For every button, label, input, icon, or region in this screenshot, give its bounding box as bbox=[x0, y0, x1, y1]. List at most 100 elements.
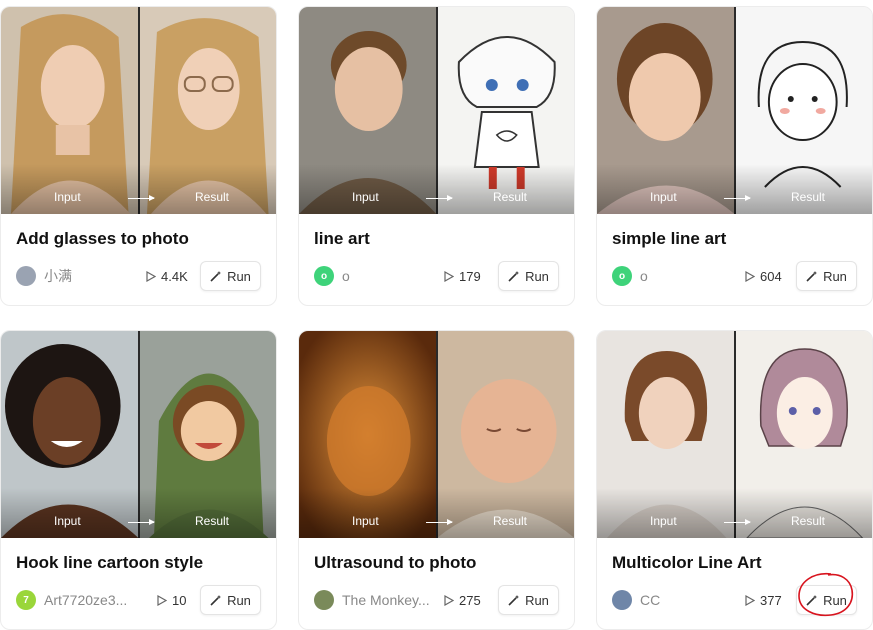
play-icon bbox=[146, 270, 156, 282]
workflow-grid: Input Result Add glasses to photo 小满 4.4… bbox=[0, 0, 873, 630]
workflow-card[interactable]: Input Result Ultrasound to photo The Mon… bbox=[298, 330, 575, 630]
avatar bbox=[314, 590, 334, 610]
author-name: o bbox=[640, 268, 648, 284]
run-label: Run bbox=[227, 592, 251, 608]
magic-wand-icon bbox=[508, 595, 520, 606]
card-meta: 小满 4.4K Run bbox=[16, 261, 261, 291]
input-label: Input bbox=[352, 514, 379, 528]
play-count-value: 179 bbox=[459, 268, 481, 284]
workflow-title[interactable]: line art bbox=[314, 229, 370, 249]
workflow-title[interactable]: Hook line cartoon style bbox=[16, 553, 203, 573]
run-button[interactable]: Run bbox=[200, 261, 261, 291]
arrow-right-icon bbox=[128, 519, 155, 525]
workflow-card[interactable]: Input Result Add glasses to photo 小满 4.4… bbox=[0, 6, 277, 306]
arrow-right-icon bbox=[426, 195, 453, 201]
play-count-value: 4.4K bbox=[161, 268, 188, 284]
run-button[interactable]: Run bbox=[796, 261, 857, 291]
run-button[interactable]: Run bbox=[796, 585, 857, 615]
magic-wand-icon bbox=[210, 271, 222, 282]
avatar bbox=[16, 266, 36, 286]
preview-image[interactable]: Input Result bbox=[1, 331, 276, 538]
author[interactable]: o o bbox=[314, 261, 350, 291]
play-count: 604 bbox=[745, 261, 782, 291]
author-name: Art7720ze3... bbox=[44, 592, 128, 608]
preview-image[interactable]: Input Result bbox=[1, 7, 276, 214]
run-label: Run bbox=[525, 592, 549, 608]
author-name: o bbox=[342, 268, 350, 284]
preview-image[interactable]: Input Result bbox=[299, 331, 574, 538]
preview-image[interactable]: Input Result bbox=[597, 331, 872, 538]
workflow-title[interactable]: Add glasses to photo bbox=[16, 229, 189, 249]
run-label: Run bbox=[823, 592, 847, 608]
result-label: Result bbox=[791, 514, 826, 528]
run-button[interactable]: Run bbox=[200, 585, 261, 615]
result-label: Result bbox=[493, 514, 528, 528]
play-count: 377 bbox=[745, 585, 782, 615]
card-meta: The Monkey... 275 Run bbox=[314, 585, 559, 615]
play-count: 179 bbox=[444, 261, 481, 291]
input-label: Input bbox=[54, 514, 81, 528]
workflow-title[interactable]: simple line art bbox=[612, 229, 726, 249]
play-count-value: 275 bbox=[459, 592, 481, 608]
workflow-title[interactable]: Ultrasound to photo bbox=[314, 553, 476, 573]
avatar: o bbox=[612, 266, 632, 286]
play-count-value: 10 bbox=[172, 592, 187, 608]
author[interactable]: o o bbox=[612, 261, 648, 291]
play-count: 4.4K bbox=[146, 261, 188, 291]
workflow-card[interactable]: Input Result Multicolor Line Art CC 377 … bbox=[596, 330, 873, 630]
play-icon bbox=[745, 270, 755, 282]
play-icon bbox=[444, 270, 454, 282]
play-count: 10 bbox=[157, 585, 186, 615]
result-label: Result bbox=[791, 190, 826, 204]
run-label: Run bbox=[227, 268, 251, 284]
author[interactable]: 小满 bbox=[16, 261, 72, 291]
preview-image[interactable]: Input Result bbox=[597, 7, 872, 214]
arrow-right-icon bbox=[724, 195, 751, 201]
run-button[interactable]: Run bbox=[498, 585, 559, 615]
run-label: Run bbox=[525, 268, 549, 284]
result-label: Result bbox=[493, 190, 528, 204]
avatar bbox=[612, 590, 632, 610]
card-meta: o o 179 Run bbox=[314, 261, 559, 291]
play-count-value: 604 bbox=[760, 268, 782, 284]
avatar: o bbox=[314, 266, 334, 286]
input-label: Input bbox=[650, 190, 677, 204]
preview-image[interactable]: Input Result bbox=[299, 7, 574, 214]
preview-shade bbox=[299, 164, 574, 214]
arrow-right-icon bbox=[724, 519, 751, 525]
play-icon bbox=[444, 594, 454, 606]
workflow-title[interactable]: Multicolor Line Art bbox=[612, 553, 762, 573]
workflow-card[interactable]: Input Result line art o o 179 Run bbox=[298, 6, 575, 306]
magic-wand-icon bbox=[508, 271, 520, 282]
author-name: The Monkey... bbox=[342, 592, 430, 608]
workflow-card[interactable]: Input Result Hook line cartoon style 7 A… bbox=[0, 330, 277, 630]
avatar: 7 bbox=[16, 590, 36, 610]
author-name: 小满 bbox=[44, 268, 72, 284]
play-icon bbox=[745, 594, 755, 606]
preview-shade bbox=[597, 488, 872, 538]
card-meta: o o 604 Run bbox=[612, 261, 857, 291]
result-label: Result bbox=[195, 514, 230, 528]
result-label: Result bbox=[195, 190, 230, 204]
magic-wand-icon bbox=[210, 595, 222, 606]
arrow-right-icon bbox=[426, 519, 453, 525]
preview-shade bbox=[1, 164, 276, 214]
play-icon bbox=[157, 594, 167, 606]
run-button[interactable]: Run bbox=[498, 261, 559, 291]
author-name: CC bbox=[640, 592, 661, 608]
card-meta: 7 Art7720ze3... 10 Run bbox=[16, 585, 261, 615]
input-label: Input bbox=[650, 514, 677, 528]
preview-shade bbox=[1, 488, 276, 538]
author[interactable]: CC bbox=[612, 585, 660, 615]
arrow-right-icon bbox=[128, 195, 155, 201]
play-count: 275 bbox=[444, 585, 481, 615]
workflow-card[interactable]: Input Result simple line art o o 604 Run bbox=[596, 6, 873, 306]
play-count-value: 377 bbox=[760, 592, 782, 608]
input-label: Input bbox=[54, 190, 81, 204]
author[interactable]: 7 Art7720ze3... bbox=[16, 585, 127, 615]
magic-wand-icon bbox=[806, 595, 818, 606]
author[interactable]: The Monkey... bbox=[314, 585, 430, 615]
preview-shade bbox=[299, 488, 574, 538]
preview-shade bbox=[597, 164, 872, 214]
run-label: Run bbox=[823, 268, 847, 284]
